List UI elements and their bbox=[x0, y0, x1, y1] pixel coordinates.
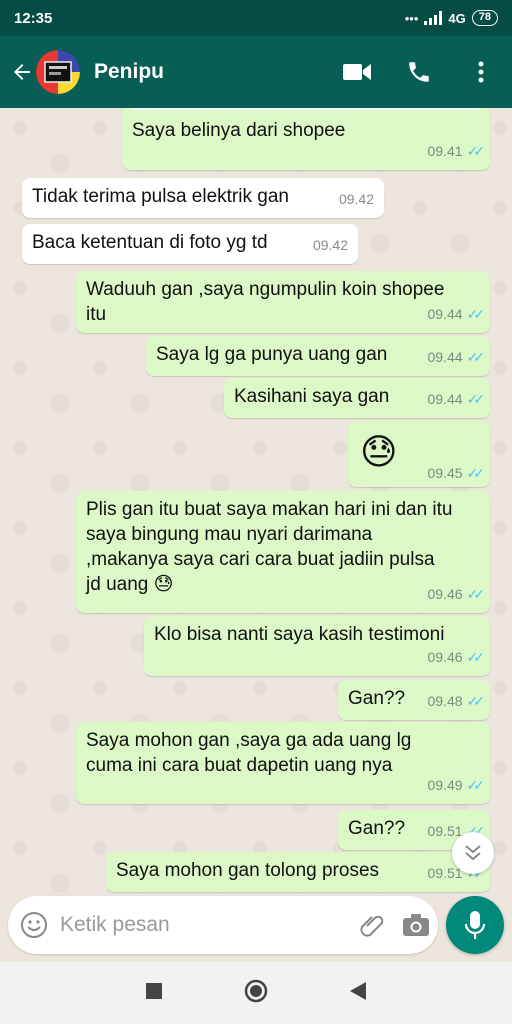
message-text: Saya lg ga punya uang gan bbox=[156, 344, 388, 365]
header-actions bbox=[326, 36, 512, 108]
camera-icon bbox=[403, 914, 429, 936]
message-bubble[interactable]: Tidak terima pulsa elektrik gan 09.42 bbox=[22, 178, 384, 218]
message-time: 09.44 bbox=[427, 391, 463, 407]
message-time: 09.48 bbox=[427, 693, 463, 709]
double-check-icon: ✓✓ bbox=[466, 391, 486, 407]
message-meta: 09.42 bbox=[339, 187, 374, 212]
message-text: 😓 bbox=[360, 431, 398, 472]
message-text: Waduuh gan ,saya ngumpulin koin shopee i… bbox=[86, 279, 445, 325]
message-composer bbox=[8, 896, 438, 954]
signal-icon bbox=[424, 11, 443, 25]
message-text: Saya mohon gan ,saya ga ada uang lg cuma… bbox=[86, 730, 412, 776]
double-check-icon: ✓✓ bbox=[466, 465, 486, 481]
message-bubble[interactable]: Saya mohon gan tolong proses 09.51✓✓ bbox=[106, 852, 490, 892]
message-bubble[interactable]: Saya belinya dari shopee 09.41 ✓✓ bbox=[122, 108, 490, 170]
message-meta: 09.42 bbox=[313, 233, 348, 258]
message-text: Saya mohon gan tolong proses bbox=[116, 860, 380, 881]
message-bubble[interactable]: Kasihani saya gan 09.44 ✓✓ bbox=[224, 378, 490, 418]
message-text: Gan?? bbox=[348, 818, 406, 839]
system-navigation-bar bbox=[0, 962, 512, 1024]
message-text: Gan?? bbox=[348, 688, 406, 709]
emoji-button[interactable] bbox=[8, 896, 60, 954]
contact-avatar[interactable] bbox=[36, 50, 80, 94]
message-input[interactable] bbox=[60, 913, 350, 937]
message-bubble[interactable]: Saya lg ga punya uang gan 09.44 ✓✓ bbox=[146, 336, 490, 376]
scroll-to-bottom-button[interactable] bbox=[452, 832, 494, 874]
quoted-preview bbox=[130, 108, 482, 110]
message-meta: 09.46 ✓✓ bbox=[427, 645, 486, 670]
message-meta: 09.49 ✓✓ bbox=[427, 773, 486, 798]
message-bubble[interactable]: 😓 09.45 ✓✓ bbox=[348, 421, 490, 487]
emoji-icon bbox=[21, 912, 47, 938]
double-check-icon: ✓✓ bbox=[466, 693, 486, 709]
more-options-button[interactable] bbox=[450, 36, 512, 108]
message-time: 09.49 bbox=[427, 777, 463, 793]
video-call-button[interactable] bbox=[326, 36, 388, 108]
double-check-icon: ✓✓ bbox=[466, 143, 486, 159]
more-vert-icon bbox=[478, 61, 484, 83]
message-meta: 09.46 ✓✓ bbox=[427, 582, 486, 607]
message-meta: 09.41 ✓✓ bbox=[427, 139, 486, 164]
square-icon bbox=[146, 982, 162, 999]
double-check-icon: ✓✓ bbox=[466, 306, 486, 322]
voice-message-button[interactable] bbox=[446, 896, 504, 954]
double-check-icon: ✓✓ bbox=[466, 649, 486, 665]
contact-name[interactable]: Penipu bbox=[94, 60, 164, 84]
message-meta: 09.44 ✓✓ bbox=[427, 302, 486, 327]
message-meta: 09.44 ✓✓ bbox=[427, 387, 486, 412]
message-time: 09.41 bbox=[427, 143, 463, 159]
message-time: 09.46 bbox=[427, 649, 463, 665]
message-bubble[interactable]: Baca ketentuan di foto yg td 09.42 bbox=[22, 224, 358, 264]
message-text: Baca ketentuan di foto yg td bbox=[32, 232, 268, 253]
triangle-back-icon bbox=[350, 981, 366, 1000]
message-text: Kasihani saya gan bbox=[234, 386, 390, 407]
double-check-icon: ✓✓ bbox=[466, 349, 486, 365]
message-meta: 09.48 ✓✓ bbox=[427, 689, 486, 714]
arrow-left-icon bbox=[14, 64, 30, 80]
message-time: 09.44 bbox=[427, 306, 463, 322]
avatar-image bbox=[36, 50, 80, 94]
message-bubble[interactable]: Gan?? 09.48 ✓✓ bbox=[338, 680, 490, 720]
mic-icon bbox=[464, 911, 486, 939]
message-text: Tidak terima pulsa elektrik gan bbox=[32, 186, 289, 207]
back-nav-button[interactable] bbox=[350, 981, 366, 1005]
message-time: 09.42 bbox=[338, 191, 374, 207]
message-text: Klo bisa nanti saya kasih testimoni bbox=[154, 624, 445, 645]
message-bubble[interactable]: Waduuh gan ,saya ngumpulin koin shopee i… bbox=[76, 271, 490, 333]
circle-icon bbox=[244, 979, 268, 1002]
recents-button[interactable] bbox=[146, 982, 162, 1004]
message-bubble[interactable]: Klo bisa nanti saya kasih testimoni 09.4… bbox=[144, 616, 490, 676]
network-type: 4G bbox=[448, 10, 466, 26]
message-time: 09.44 bbox=[427, 349, 463, 365]
voice-call-button[interactable] bbox=[388, 36, 450, 108]
double-chevron-down-icon bbox=[465, 845, 481, 861]
status-indicators: ••• 4G 78 bbox=[405, 10, 498, 26]
home-button[interactable] bbox=[244, 979, 268, 1008]
double-check-icon: ✓✓ bbox=[466, 777, 486, 793]
paperclip-icon bbox=[360, 915, 384, 937]
camera-button[interactable] bbox=[394, 896, 438, 954]
chat-header: Penipu bbox=[0, 36, 512, 108]
attach-button[interactable] bbox=[350, 896, 394, 954]
video-call-icon bbox=[343, 64, 371, 80]
message-text: Plis gan itu buat saya makan hari ini da… bbox=[86, 499, 453, 595]
message-text: Saya belinya dari shopee bbox=[132, 120, 346, 141]
status-time: 12:35 bbox=[14, 9, 53, 27]
message-bubble[interactable]: Saya mohon gan ,saya ga ada uang lg cuma… bbox=[76, 722, 490, 804]
message-time: 09.45 bbox=[427, 465, 463, 481]
message-time: 09.46 bbox=[427, 586, 463, 602]
message-time: 09.42 bbox=[312, 237, 348, 253]
battery-indicator: 78 bbox=[471, 10, 498, 26]
status-bar: 12:35 ••• 4G 78 bbox=[0, 0, 512, 36]
phone-icon bbox=[409, 62, 429, 82]
double-check-icon: ✓✓ bbox=[466, 586, 486, 602]
dots-icon: ••• bbox=[404, 10, 419, 26]
chat-messages[interactable]: Saya belinya dari shopee 09.41 ✓✓ Tidak t… bbox=[0, 108, 512, 898]
message-bubble[interactable]: Plis gan itu buat saya makan hari ini da… bbox=[76, 491, 490, 613]
message-meta: 09.44 ✓✓ bbox=[427, 345, 486, 370]
message-meta: 09.45 ✓✓ bbox=[427, 465, 486, 481]
